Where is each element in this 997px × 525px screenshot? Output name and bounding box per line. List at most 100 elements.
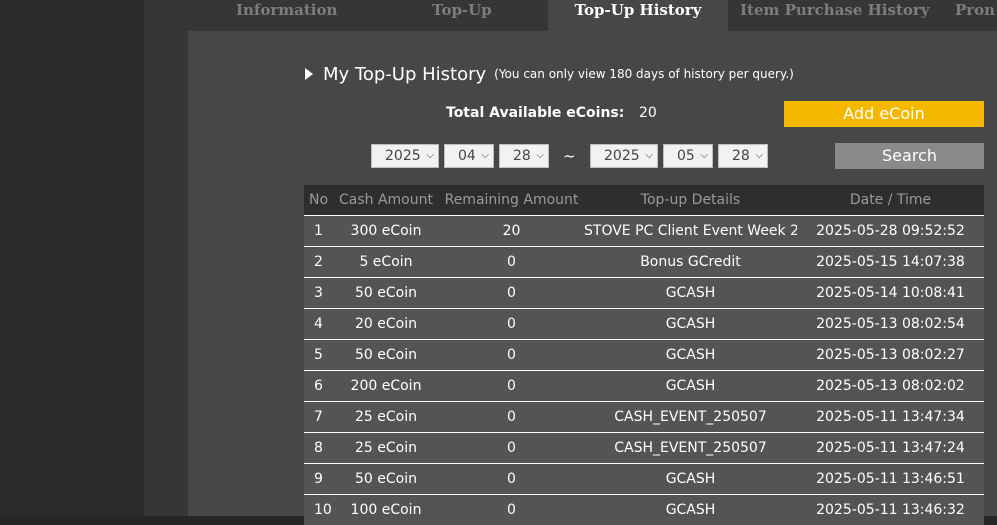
end-year-value: 2025: [604, 148, 640, 164]
cell-topup-details: CASH_EVENT_250507: [584, 433, 797, 464]
cell-topup-details: STOVE PC Client Event Week 2: [584, 216, 797, 247]
add-ecoin-button[interactable]: Add eCoin: [784, 101, 984, 127]
cell-date-time: 2025-05-11 13:47:34: [797, 402, 984, 433]
cell-no: 3: [304, 278, 333, 309]
cell-date-time: 2025-05-11 13:47:24: [797, 433, 984, 464]
start-month-value: 04: [458, 148, 476, 164]
cell-topup-details: Bonus GCredit: [584, 247, 797, 278]
table-row: 8 25 eCoin 0 CASH_EVENT_250507 2025-05-1…: [304, 433, 984, 464]
chevron-down-icon: ⌵: [645, 145, 653, 167]
cell-no: 9: [304, 464, 333, 495]
triangle-right-icon: [305, 68, 313, 80]
column-header-date-time: Date / Time: [797, 185, 984, 216]
cell-remaining-amount: 20: [439, 216, 584, 247]
cell-cash-amount: 300 eCoin: [333, 216, 439, 247]
cell-topup-details: GCASH: [584, 464, 797, 495]
cell-remaining-amount: 0: [439, 278, 584, 309]
table-row: 5 50 eCoin 0 GCASH 2025-05-13 08:02:27: [304, 340, 984, 371]
cell-remaining-amount: 0: [439, 371, 584, 402]
column-header-topup-details: Top-up Details: [584, 185, 797, 216]
cell-no: 1: [304, 216, 333, 247]
start-year-value: 2025: [385, 148, 421, 164]
tab-top-up-history[interactable]: Top-Up History: [548, 0, 728, 31]
cell-no: 4: [304, 309, 333, 340]
cell-no: 5: [304, 340, 333, 371]
cell-remaining-amount: 0: [439, 247, 584, 278]
start-day-select[interactable]: 28 ⌵: [499, 144, 549, 168]
ecoin-balance-value: 20: [639, 105, 657, 121]
end-year-select[interactable]: 2025 ⌵: [590, 144, 658, 168]
column-header-remaining-amount: Remaining Amount: [439, 185, 584, 216]
cell-remaining-amount: 0: [439, 433, 584, 464]
cell-topup-details: GCASH: [584, 340, 797, 371]
cell-cash-amount: 5 eCoin: [333, 247, 439, 278]
cell-cash-amount: 20 eCoin: [333, 309, 439, 340]
cell-topup-details: GCASH: [584, 371, 797, 402]
chevron-down-icon: ⌵: [700, 145, 708, 167]
cell-cash-amount: 50 eCoin: [333, 340, 439, 371]
cell-no: 7: [304, 402, 333, 433]
cell-topup-details: GCASH: [584, 495, 797, 525]
end-month-select[interactable]: 05 ⌵: [663, 144, 713, 168]
cell-date-time: 2025-05-11 13:46:51: [797, 464, 984, 495]
end-day-select[interactable]: 28 ⌵: [718, 144, 768, 168]
cell-remaining-amount: 0: [439, 309, 584, 340]
cell-date-time: 2025-05-13 08:02:27: [797, 340, 984, 371]
cell-date-time: 2025-05-14 10:08:41: [797, 278, 984, 309]
cell-cash-amount: 100 eCoin: [333, 495, 439, 525]
cell-date-time: 2025-05-28 09:52:52: [797, 216, 984, 247]
section-header: My Top-Up History (You can only view 180…: [305, 62, 794, 86]
table-row: 6 200 eCoin 0 GCASH 2025-05-13 08:02:02: [304, 371, 984, 402]
ecoin-balance-label: Total Available eCoins:: [446, 105, 624, 121]
end-month-value: 05: [677, 148, 695, 164]
chevron-down-icon: ⌵: [481, 145, 489, 167]
history-limit-note: (You can only view 180 days of history p…: [494, 67, 794, 81]
cell-remaining-amount: 0: [439, 495, 584, 525]
start-day-value: 28: [513, 148, 531, 164]
left-margin: [0, 0, 144, 516]
tab-promotion[interactable]: Pron: [955, 0, 995, 31]
cell-cash-amount: 200 eCoin: [333, 371, 439, 402]
cell-cash-amount: 50 eCoin: [333, 464, 439, 495]
page-title: My Top-Up History: [323, 64, 486, 85]
chevron-down-icon: ⌵: [755, 145, 763, 167]
table-row: 1 300 eCoin 20 STOVE PC Client Event Wee…: [304, 216, 984, 247]
cell-topup-details: CASH_EVENT_250507: [584, 402, 797, 433]
table-header-row: No Cash Amount Remaining Amount Top-up D…: [304, 185, 984, 216]
cell-remaining-amount: 0: [439, 402, 584, 433]
chevron-down-icon: ⌵: [536, 145, 544, 167]
tab-bar: Information Top-Up Top-Up History Item P…: [188, 0, 997, 31]
table-row: 4 20 eCoin 0 GCASH 2025-05-13 08:02:54: [304, 309, 984, 340]
start-month-select[interactable]: 04 ⌵: [444, 144, 494, 168]
tab-top-up[interactable]: Top-Up: [432, 0, 492, 31]
table-row: 9 50 eCoin 0 GCASH 2025-05-11 13:46:51: [304, 464, 984, 495]
cell-date-time: 2025-05-13 08:02:02: [797, 371, 984, 402]
cell-date-time: 2025-05-13 08:02:54: [797, 309, 984, 340]
tab-item-purchase-history[interactable]: Item Purchase History: [740, 0, 930, 31]
start-year-select[interactable]: 2025 ⌵: [371, 144, 439, 168]
chevron-down-icon: ⌵: [426, 145, 434, 167]
cell-no: 2: [304, 247, 333, 278]
date-range-separator: ~: [563, 147, 576, 165]
tab-information[interactable]: Information: [236, 0, 337, 31]
column-header-no: No: [304, 185, 333, 216]
cell-cash-amount: 25 eCoin: [333, 402, 439, 433]
table-row: 2 5 eCoin 0 Bonus GCredit 2025-05-15 14:…: [304, 247, 984, 278]
cell-cash-amount: 50 eCoin: [333, 278, 439, 309]
cell-topup-details: GCASH: [584, 309, 797, 340]
end-day-value: 28: [732, 148, 750, 164]
cell-remaining-amount: 0: [439, 340, 584, 371]
cell-no: 10: [304, 495, 333, 525]
search-button[interactable]: Search: [835, 143, 984, 169]
table-row: 7 25 eCoin 0 CASH_EVENT_250507 2025-05-1…: [304, 402, 984, 433]
cell-no: 6: [304, 371, 333, 402]
cell-topup-details: GCASH: [584, 278, 797, 309]
topup-history-table: No Cash Amount Remaining Amount Top-up D…: [304, 185, 984, 525]
cell-date-time: 2025-05-15 14:07:38: [797, 247, 984, 278]
cell-remaining-amount: 0: [439, 464, 584, 495]
column-header-cash-amount: Cash Amount: [333, 185, 439, 216]
table-row: 10 100 eCoin 0 GCASH 2025-05-11 13:46:32: [304, 495, 984, 525]
table-row: 3 50 eCoin 0 GCASH 2025-05-14 10:08:41: [304, 278, 984, 309]
cell-date-time: 2025-05-11 13:46:32: [797, 495, 984, 525]
cell-no: 8: [304, 433, 333, 464]
